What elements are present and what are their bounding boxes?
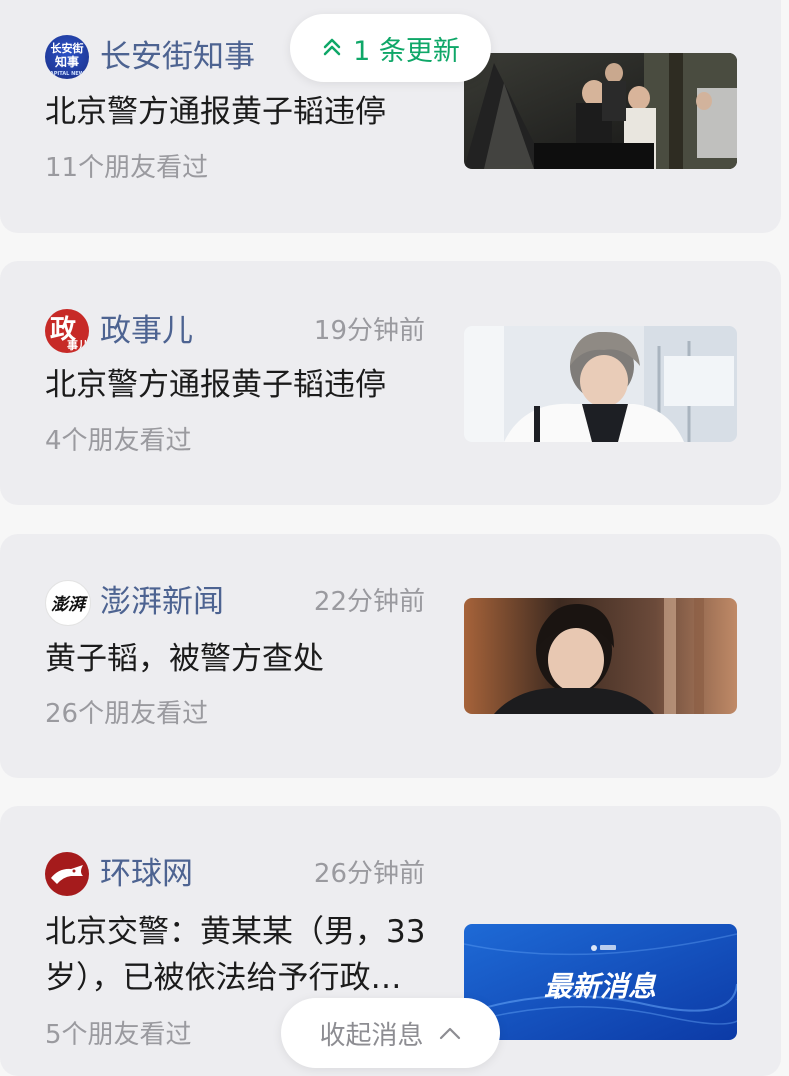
new-updates-button[interactable]: 1 条更新	[290, 14, 491, 82]
news-card[interactable]: 澎湃 澎湃新闻 22分钟前 黄子韬，被警方查处 26个朋友看过	[0, 534, 781, 778]
chevron-up-icon	[438, 1018, 462, 1048]
thumbnail-image[interactable]	[464, 53, 737, 169]
svg-text:事儿: 事儿	[67, 338, 89, 352]
double-chevron-up-icon	[321, 33, 343, 64]
source-avatar	[45, 852, 89, 896]
source-avatar: 政 事儿	[45, 309, 89, 353]
publish-time: 22分钟前	[313, 587, 425, 617]
source-name[interactable]: 环球网	[100, 854, 193, 894]
thepaper-logo: 澎湃	[51, 595, 88, 615]
thumbnail-image[interactable]	[464, 326, 737, 442]
publish-time: 19分钟前	[313, 316, 425, 346]
headline[interactable]: 北京警方通报黄子韬违停	[45, 362, 430, 408]
collapse-messages-button[interactable]: 收起消息	[281, 998, 500, 1068]
source-row: 环球网 26分钟前	[45, 852, 425, 898]
thumbnail-image[interactable]: 最新消息	[464, 924, 737, 1040]
publish-time: 26分钟前	[313, 859, 425, 889]
headline[interactable]: 北京交警：黄某某（男，33岁），已被依法给予行政处罚	[45, 909, 430, 1001]
zhengshier-logo: 政 事儿	[50, 314, 89, 352]
friends-viewed: 11个朋友看过	[45, 153, 209, 183]
update-label: 1 条更新	[353, 35, 460, 67]
friends-viewed: 4个朋友看过	[45, 426, 192, 456]
source-name[interactable]: 政事儿	[100, 311, 193, 351]
news-card[interactable]: 政 事儿 政事儿 19分钟前 北京警方通报黄子韬违停 4个朋友看过	[0, 261, 781, 505]
headline[interactable]: 北京警方通报黄子韬违停	[45, 89, 430, 135]
headline[interactable]: 黄子韬，被警方查处	[45, 636, 430, 682]
source-name[interactable]: 长安街知事	[100, 37, 255, 77]
svg-text:长安街: 长安街	[51, 41, 84, 55]
svg-text:澎湃: 澎湃	[51, 595, 88, 615]
source-row: 澎湃 澎湃新闻 22分钟前	[45, 580, 425, 626]
changanjie-logo: 长安街 知事 CAPITAL NEWS	[46, 41, 88, 77]
collapse-label: 收起消息	[319, 1020, 424, 1051]
friends-viewed: 26个朋友看过	[45, 699, 209, 729]
source-avatar: 长安街 知事 CAPITAL NEWS	[45, 35, 89, 79]
thumb-caption: 最新消息	[544, 970, 657, 1003]
source-name[interactable]: 澎湃新闻	[100, 582, 224, 622]
huanqiu-logo	[51, 865, 83, 884]
source-row: 政 事儿 政事儿 19分钟前	[45, 309, 425, 355]
source-avatar: 澎湃	[45, 580, 91, 626]
friends-viewed: 5个朋友看过	[45, 1020, 192, 1050]
thumbnail-image[interactable]	[464, 598, 737, 714]
svg-text:CAPITAL NEWS: CAPITAL NEWS	[46, 71, 88, 77]
svg-text:知事: 知事	[54, 54, 79, 69]
